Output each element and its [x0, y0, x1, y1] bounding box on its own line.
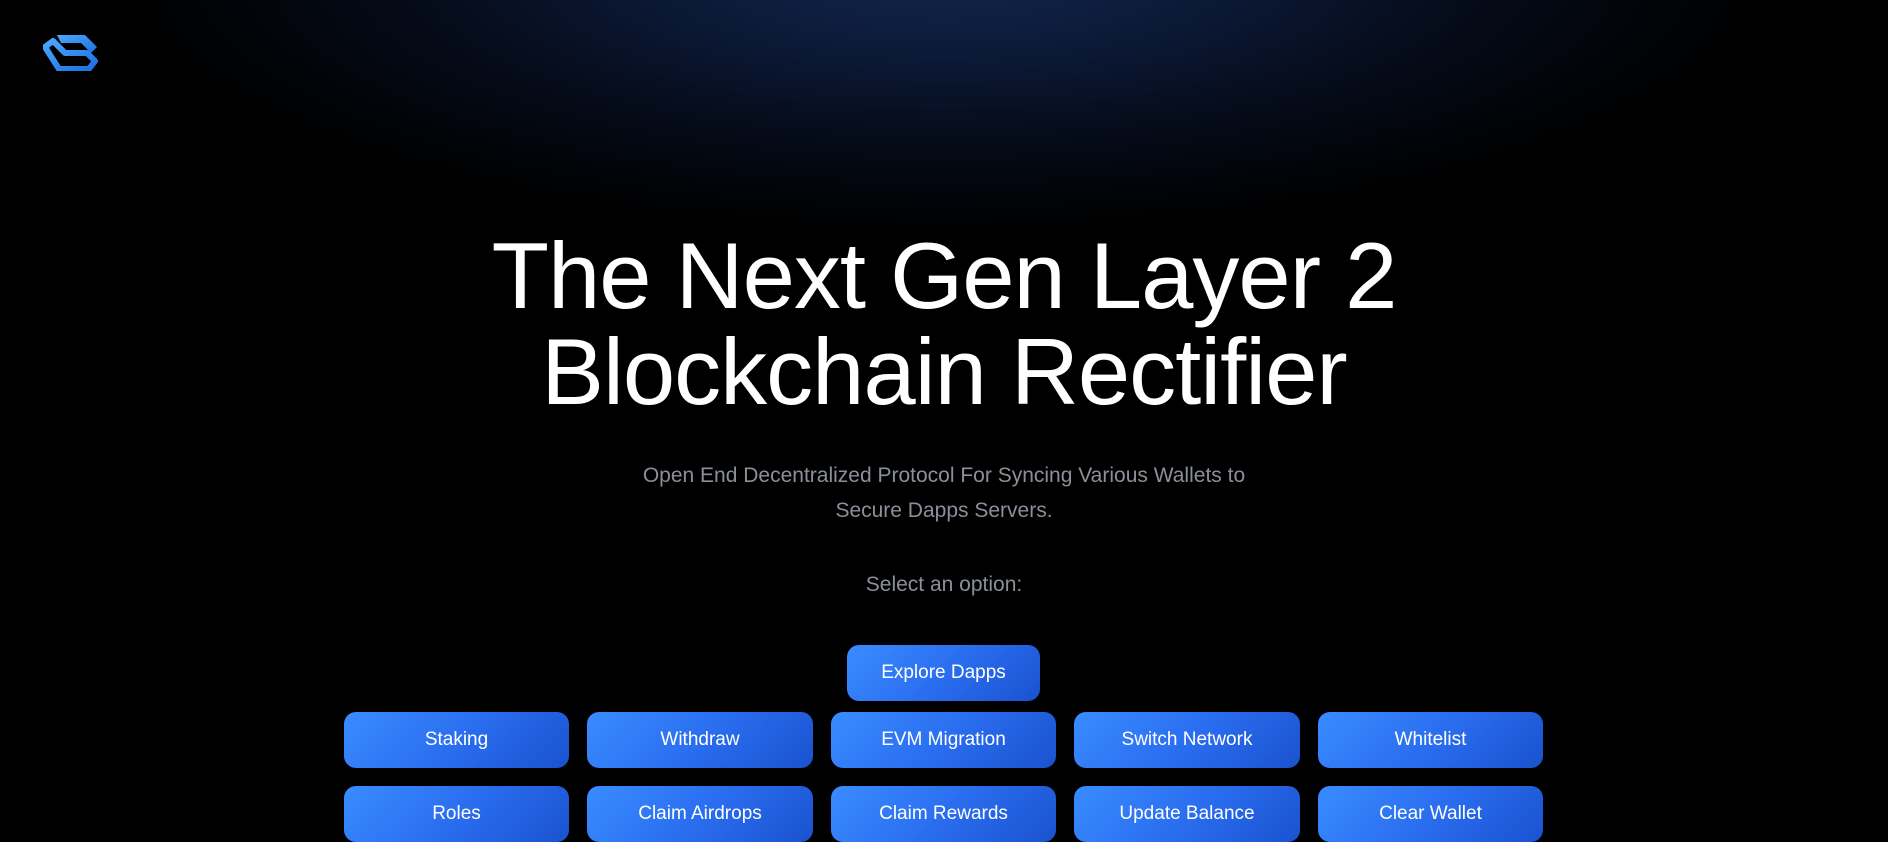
roles-button[interactable]: Roles	[344, 786, 569, 842]
withdraw-button[interactable]: Withdraw	[587, 712, 813, 768]
select-option-label: Select an option:	[865, 573, 1023, 596]
hero-title-line-1: The Next Gen Layer 2	[491, 223, 1398, 328]
brand-logo-icon[interactable]	[42, 33, 99, 72]
switch-network-button[interactable]: Switch Network	[1074, 712, 1300, 768]
explore-dapps-button[interactable]: Explore Dapps	[847, 645, 1040, 701]
hero-subtitle-line-2: Secure Dapps Servers.	[835, 499, 1053, 522]
update-balance-button[interactable]: Update Balance	[1074, 786, 1300, 842]
staking-button[interactable]: Staking	[344, 712, 569, 768]
evm-migration-button[interactable]: EVM Migration	[831, 712, 1056, 768]
whitelist-button[interactable]: Whitelist	[1318, 712, 1543, 768]
hero-title: The Next Gen Layer 2 Blockchain Rectifie…	[0, 228, 1888, 420]
clear-wallet-button[interactable]: Clear Wallet	[1318, 786, 1543, 842]
claim-rewards-button[interactable]: Claim Rewards	[831, 786, 1056, 842]
hero-title-line-2: Blockchain Rectifier	[541, 319, 1347, 424]
claim-airdrops-button[interactable]: Claim Airdrops	[587, 786, 813, 842]
hero-subtitle: Open End Decentralized Protocol For Sync…	[0, 458, 1888, 528]
hero-subtitle-line-1: Open End Decentralized Protocol For Sync…	[642, 464, 1246, 487]
